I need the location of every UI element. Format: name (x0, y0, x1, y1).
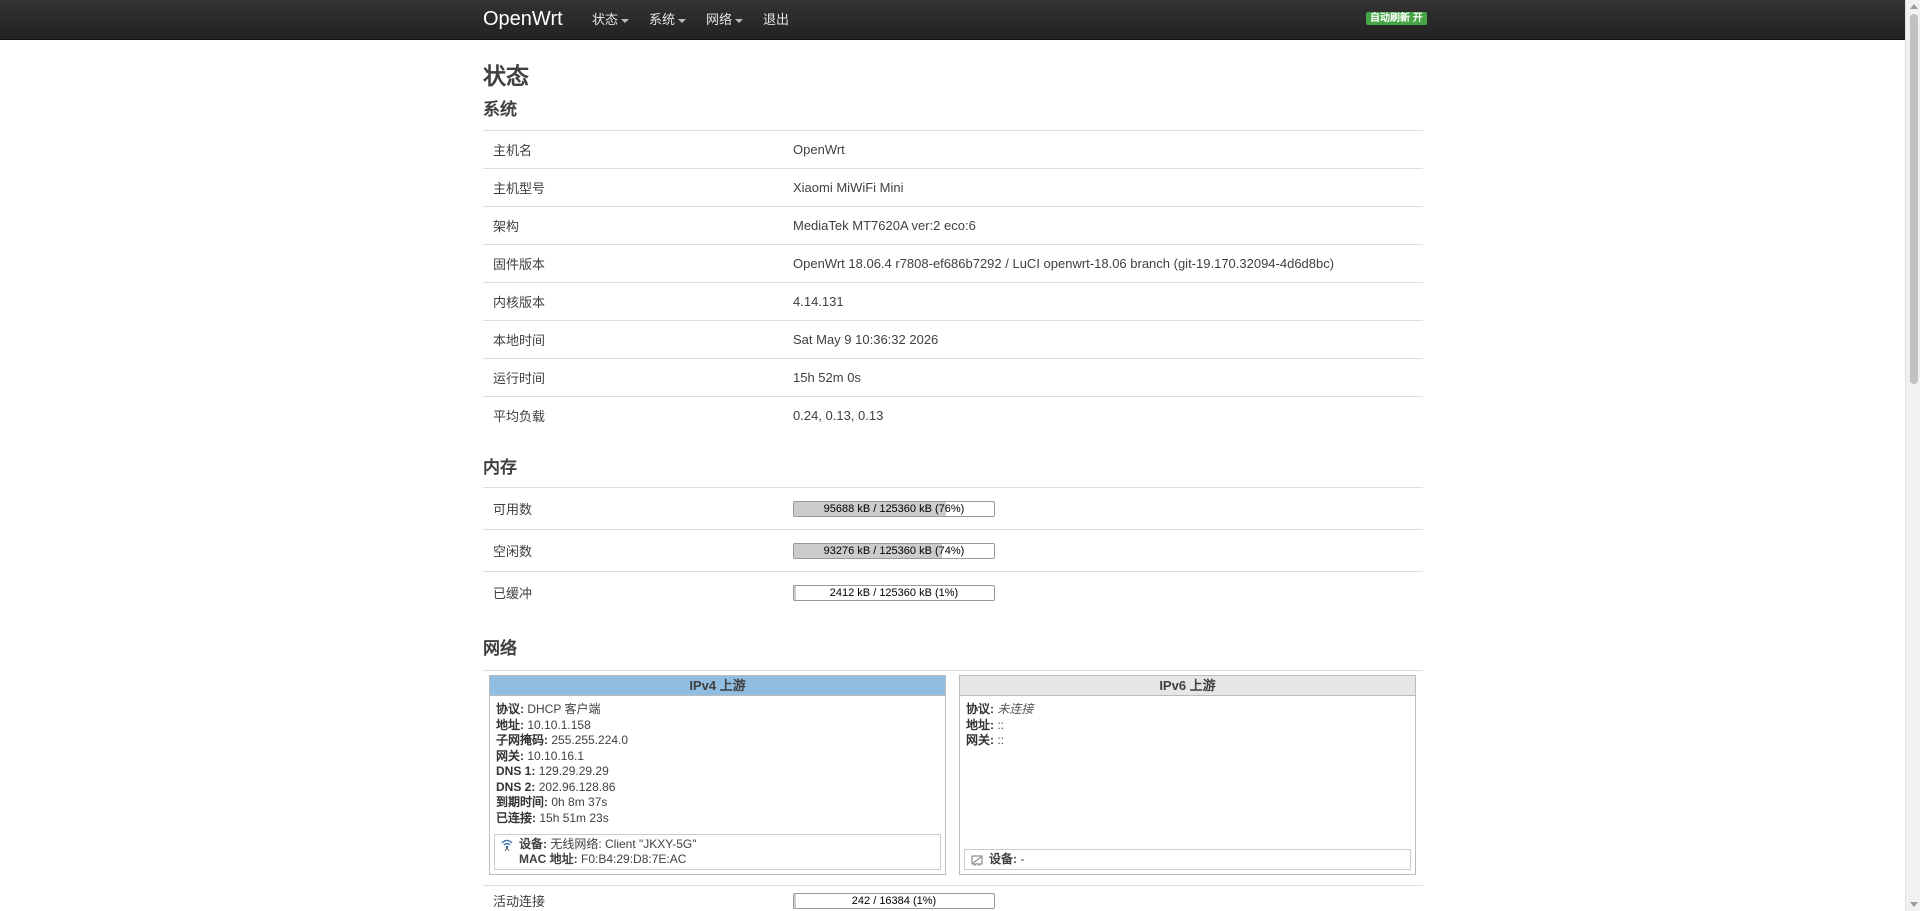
row-key: 主机型号 (493, 181, 546, 196)
memory-section-title: 内存 (483, 458, 517, 477)
ipv6-field: 地址: :: (966, 717, 1005, 732)
ipv4-field: DNS 1: 129.29.29.29 (496, 764, 609, 778)
row-value: Xiaomi MiWiFi Mini (793, 180, 904, 195)
bar-text: 93276 kB / 125360 kB (74%) (823, 544, 965, 557)
menu-network-label: 网络 (706, 12, 733, 27)
table-row: 架构 MediaTek MT7620A ver:2 eco:6 (483, 206, 1423, 244)
caret-down-icon (621, 18, 630, 23)
bar-text: 242 / 16384 (1%) (851, 894, 937, 907)
row-value: MediaTek MT7620A ver:2 eco:6 (793, 218, 976, 233)
table-row: 平均负载 0.24, 0.13, 0.13 (483, 396, 1423, 434)
bar-text: 95688 kB / 125360 kB (76%) (823, 502, 965, 515)
ipv4-mac: MAC 地址: F0:B4:29:D8:7E:AC (519, 852, 687, 866)
menu-system-label: 系统 (649, 12, 676, 27)
active-connections-bar: 242 / 16384 (1%) (793, 892, 995, 909)
menu-status[interactable]: 状态 (592, 0, 639, 40)
row-value: 95688 kB / 125360 kB (76%) (793, 500, 1423, 517)
row-key: 固件版本 (493, 257, 546, 272)
row-value: 242 / 16384 (1%) (793, 892, 1423, 909)
table-row: 空闲数 93276 kB / 125360 kB (74%) (483, 529, 1423, 571)
ipv6-header: IPv6 上游 (960, 676, 1415, 696)
ipv4-field: DNS 2: 202.96.128.86 (496, 779, 616, 794)
ipv4-device: 设备: 无线网络: Client "JKXY-5G" (519, 837, 697, 851)
menu-status-label: 状态 (592, 12, 619, 27)
menu-system[interactable]: 系统 (649, 0, 696, 40)
menu-network[interactable]: 网络 (706, 0, 753, 40)
ipv4-field: 已连接: 15h 51m 23s (496, 810, 609, 825)
row-key: 已缓冲 (493, 586, 533, 601)
row-key: 内核版本 (493, 295, 546, 310)
top-navbar: OpenWrt 状态 系统 网络 退出 自动刷新 开 (0, 0, 1920, 40)
row-value: 0.24, 0.13, 0.13 (793, 408, 884, 423)
caret-down-icon (678, 18, 687, 23)
ipv6-device-box: 设备: - (964, 849, 1411, 870)
ipv6-body: 协议: 未连接 地址: :: 网关: :: (960, 696, 1415, 755)
table-row: 本地时间 Sat May 9 10:36:32 2026 (483, 320, 1423, 358)
page-title: 状态 (483, 63, 529, 89)
memory-free-bar: 93276 kB / 125360 kB (74%) (793, 542, 995, 559)
table-row: 主机名 OpenWrt (483, 130, 1423, 168)
table-row: 固件版本 OpenWrt 18.06.4 r7808-ef686b7292 / L… (483, 244, 1423, 282)
memory-table: 可用数 95688 kB / 125360 kB (76%) 空闲数 93276 k… (483, 487, 1423, 613)
table-row: 已缓冲 2412 kB / 125360 kB (1%) (483, 571, 1423, 613)
menu-logout-label: 退出 (763, 12, 790, 27)
row-key: 本地时间 (493, 333, 546, 348)
memory-available-bar: 95688 kB / 125360 kB (76%) (793, 500, 995, 517)
ipv4-field: 到期时间: 0h 8m 37s (496, 795, 608, 809)
row-key: 空闲数 (493, 544, 533, 559)
network-divider (483, 670, 1423, 671)
row-value: 93276 kB / 125360 kB (74%) (793, 542, 1423, 559)
row-key: 平均负载 (493, 409, 546, 424)
scroll-down-arrow-icon[interactable] (1910, 902, 1918, 907)
bar-text: 2412 kB / 125360 kB (1%) (829, 586, 959, 599)
ipv6-field: 网关: :: (966, 733, 1005, 747)
row-key: 可用数 (493, 502, 533, 517)
scroll-up-arrow-icon[interactable] (1910, 4, 1918, 9)
wireless-icon (501, 839, 513, 852)
autorefresh-toggle[interactable]: 自动刷新 开 (1366, 12, 1427, 25)
row-value: 2412 kB / 125360 kB (1%) (793, 584, 1423, 601)
row-value: OpenWrt 18.06.4 r7808-ef686b7292 / LuCI … (793, 256, 1335, 271)
ethernet-disconnected-icon (971, 855, 983, 866)
system-table: 主机名 OpenWrt 主机型号 Xiaomi MiWiFi Mini 架构 Medi… (483, 130, 1423, 434)
ipv6-device: 设备: - (989, 852, 1025, 866)
network-section-title: 网络 (483, 639, 517, 658)
system-section-title: 系统 (483, 100, 517, 119)
table-row: 活动连接 242 / 16384 (1%) (483, 885, 1423, 911)
table-row: 可用数 95688 kB / 125360 kB (76%) (483, 487, 1423, 529)
menu-logout[interactable]: 退出 (763, 0, 799, 40)
brand-logo[interactable]: OpenWrt (483, 6, 563, 32)
row-key: 架构 (493, 219, 520, 234)
active-connections-table: 活动连接 242 / 16384 (1%) (483, 885, 1423, 911)
main-menu: 状态 系统 网络 退出 (592, 0, 809, 40)
table-row: 运行时间 15h 52m 0s (483, 358, 1423, 396)
row-key: 活动连接 (493, 894, 546, 909)
ipv4-body: 协议: DHCP 客户端 地址: 10.10.1.158 子网掩码: 255.2… (490, 696, 945, 832)
ipv4-field: 地址: 10.10.1.158 (496, 717, 591, 732)
row-key: 主机名 (493, 143, 533, 158)
memory-buffered-bar: 2412 kB / 125360 kB (1%) (793, 584, 995, 601)
row-value: 4.14.131 (793, 294, 844, 309)
table-row: 主机型号 Xiaomi MiWiFi Mini (483, 168, 1423, 206)
row-value: Sat May 9 10:36:32 2026 (793, 332, 939, 347)
ipv4-field: 子网掩码: 255.255.224.0 (496, 733, 629, 747)
ipv4-field: 网关: 10.10.16.1 (496, 748, 585, 763)
ipv6-field: 协议: 未连接 (966, 702, 1034, 716)
page-scrollbar[interactable] (1905, 0, 1920, 911)
row-value: OpenWrt (793, 142, 845, 157)
ipv4-header: IPv4 上游 (490, 676, 945, 696)
scroll-thumb[interactable] (1910, 14, 1918, 384)
table-row: 内核版本 4.14.131 (483, 282, 1423, 320)
ipv4-device-box: 设备: 无线网络: Client "JKXY-5G" MAC 地址: F0:B4… (494, 834, 941, 870)
row-key: 运行时间 (493, 371, 546, 386)
ipv4-upstream-box: IPv4 上游 协议: DHCP 客户端 地址: 10.10.1.158 子网掩… (489, 675, 946, 875)
ipv4-field: 协议: DHCP 客户端 (496, 702, 601, 716)
ipv6-upstream-box: IPv6 上游 协议: 未连接 地址: :: 网关: :: 设备: - (959, 675, 1416, 875)
caret-down-icon (735, 18, 744, 23)
row-value: 15h 52m 0s (793, 370, 861, 385)
